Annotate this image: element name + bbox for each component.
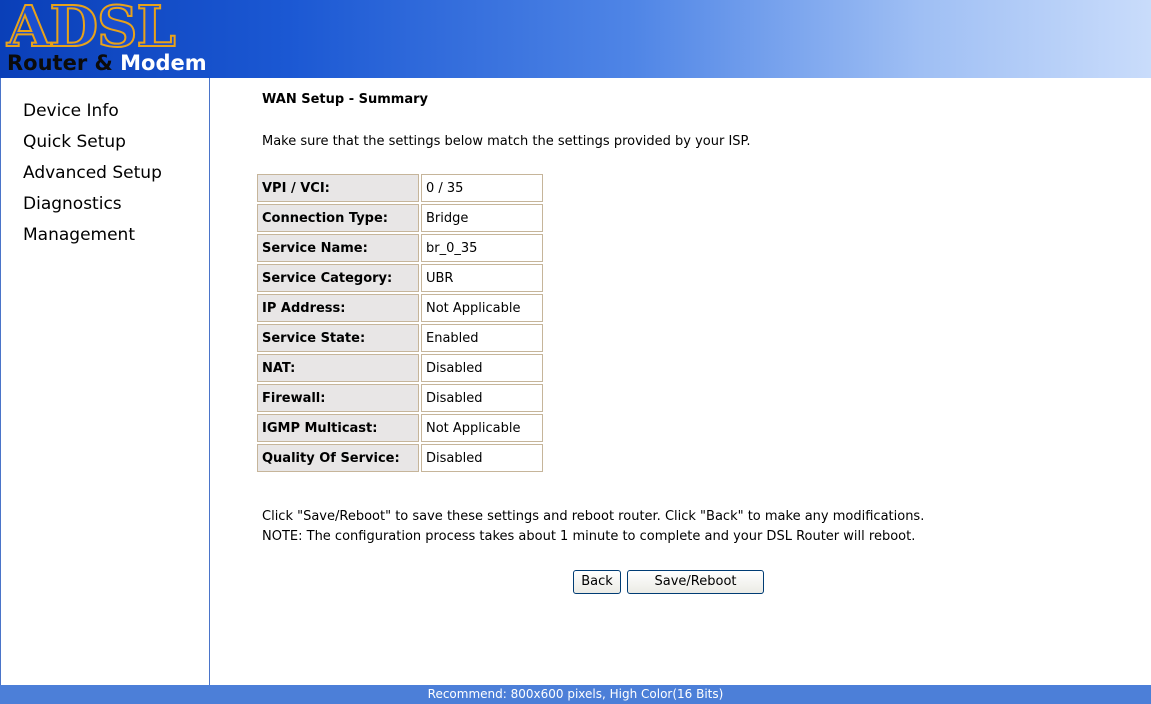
sidebar-item-advanced-setup[interactable]: Advanced Setup — [23, 158, 209, 189]
sidebar-nav: Device Info Quick Setup Advanced Setup D… — [1, 78, 209, 251]
summary-table: VPI / VCI: 0 / 35 Connection Type: Bridge … — [255, 172, 545, 474]
row-value: br_0_35 — [421, 234, 543, 262]
note-line-2: NOTE: The configuration process takes ab… — [262, 529, 916, 544]
table-row: Firewall: Disabled — [257, 384, 543, 412]
table-row: Service Category: UBR — [257, 264, 543, 292]
footer-bar: Recommend: 800x600 pixels, High Color(16… — [0, 685, 1151, 704]
row-key: Firewall: — [257, 384, 419, 412]
row-key: NAT: — [257, 354, 419, 382]
table-row: Quality Of Service: Disabled — [257, 444, 543, 472]
adsl-logo: ADSL Router & Modem — [3, 0, 208, 78]
row-value: Enabled — [421, 324, 543, 352]
row-key: Service Name: — [257, 234, 419, 262]
row-value: Bridge — [421, 204, 543, 232]
instruction-note: Click "Save/Reboot" to save these settin… — [262, 507, 924, 547]
row-key: VPI / VCI: — [257, 174, 419, 202]
header-banner: ADSL Router & Modem — [0, 0, 1151, 78]
logo-subtitle: Router & Modem — [7, 51, 207, 75]
sidebar-item-device-info[interactable]: Device Info — [23, 96, 209, 127]
table-row: Service State: Enabled — [257, 324, 543, 352]
sidebar-item-diagnostics[interactable]: Diagnostics — [23, 189, 209, 220]
logo-subtitle-part2: Modem — [120, 51, 207, 75]
logo-subtitle-part1: Router & — [7, 51, 121, 75]
row-value: UBR — [421, 264, 543, 292]
button-row: Back Save/Reboot — [573, 570, 770, 594]
row-key: Connection Type: — [257, 204, 419, 232]
row-value: Not Applicable — [421, 414, 543, 442]
table-row: NAT: Disabled — [257, 354, 543, 382]
intro-text: Make sure that the settings below match … — [262, 134, 751, 149]
row-value: Disabled — [421, 444, 543, 472]
table-row: Service Name: br_0_35 — [257, 234, 543, 262]
row-key: IGMP Multicast: — [257, 414, 419, 442]
page-title: WAN Setup - Summary — [262, 92, 428, 107]
row-value: 0 / 35 — [421, 174, 543, 202]
table-row: VPI / VCI: 0 / 35 — [257, 174, 543, 202]
table-row: IP Address: Not Applicable — [257, 294, 543, 322]
sidebar: Device Info Quick Setup Advanced Setup D… — [0, 78, 210, 685]
row-key: IP Address: — [257, 294, 419, 322]
sidebar-item-management[interactable]: Management — [23, 220, 209, 251]
table-row: Connection Type: Bridge — [257, 204, 543, 232]
back-button[interactable]: Back — [573, 570, 621, 594]
row-value: Not Applicable — [421, 294, 543, 322]
note-line-1: Click "Save/Reboot" to save these settin… — [262, 509, 925, 524]
save-reboot-button[interactable]: Save/Reboot — [627, 570, 764, 594]
row-key: Service Category: — [257, 264, 419, 292]
sidebar-item-quick-setup[interactable]: Quick Setup — [23, 127, 209, 158]
row-value: Disabled — [421, 384, 543, 412]
row-key: Quality Of Service: — [257, 444, 419, 472]
table-row: IGMP Multicast: Not Applicable — [257, 414, 543, 442]
row-value: Disabled — [421, 354, 543, 382]
row-key: Service State: — [257, 324, 419, 352]
